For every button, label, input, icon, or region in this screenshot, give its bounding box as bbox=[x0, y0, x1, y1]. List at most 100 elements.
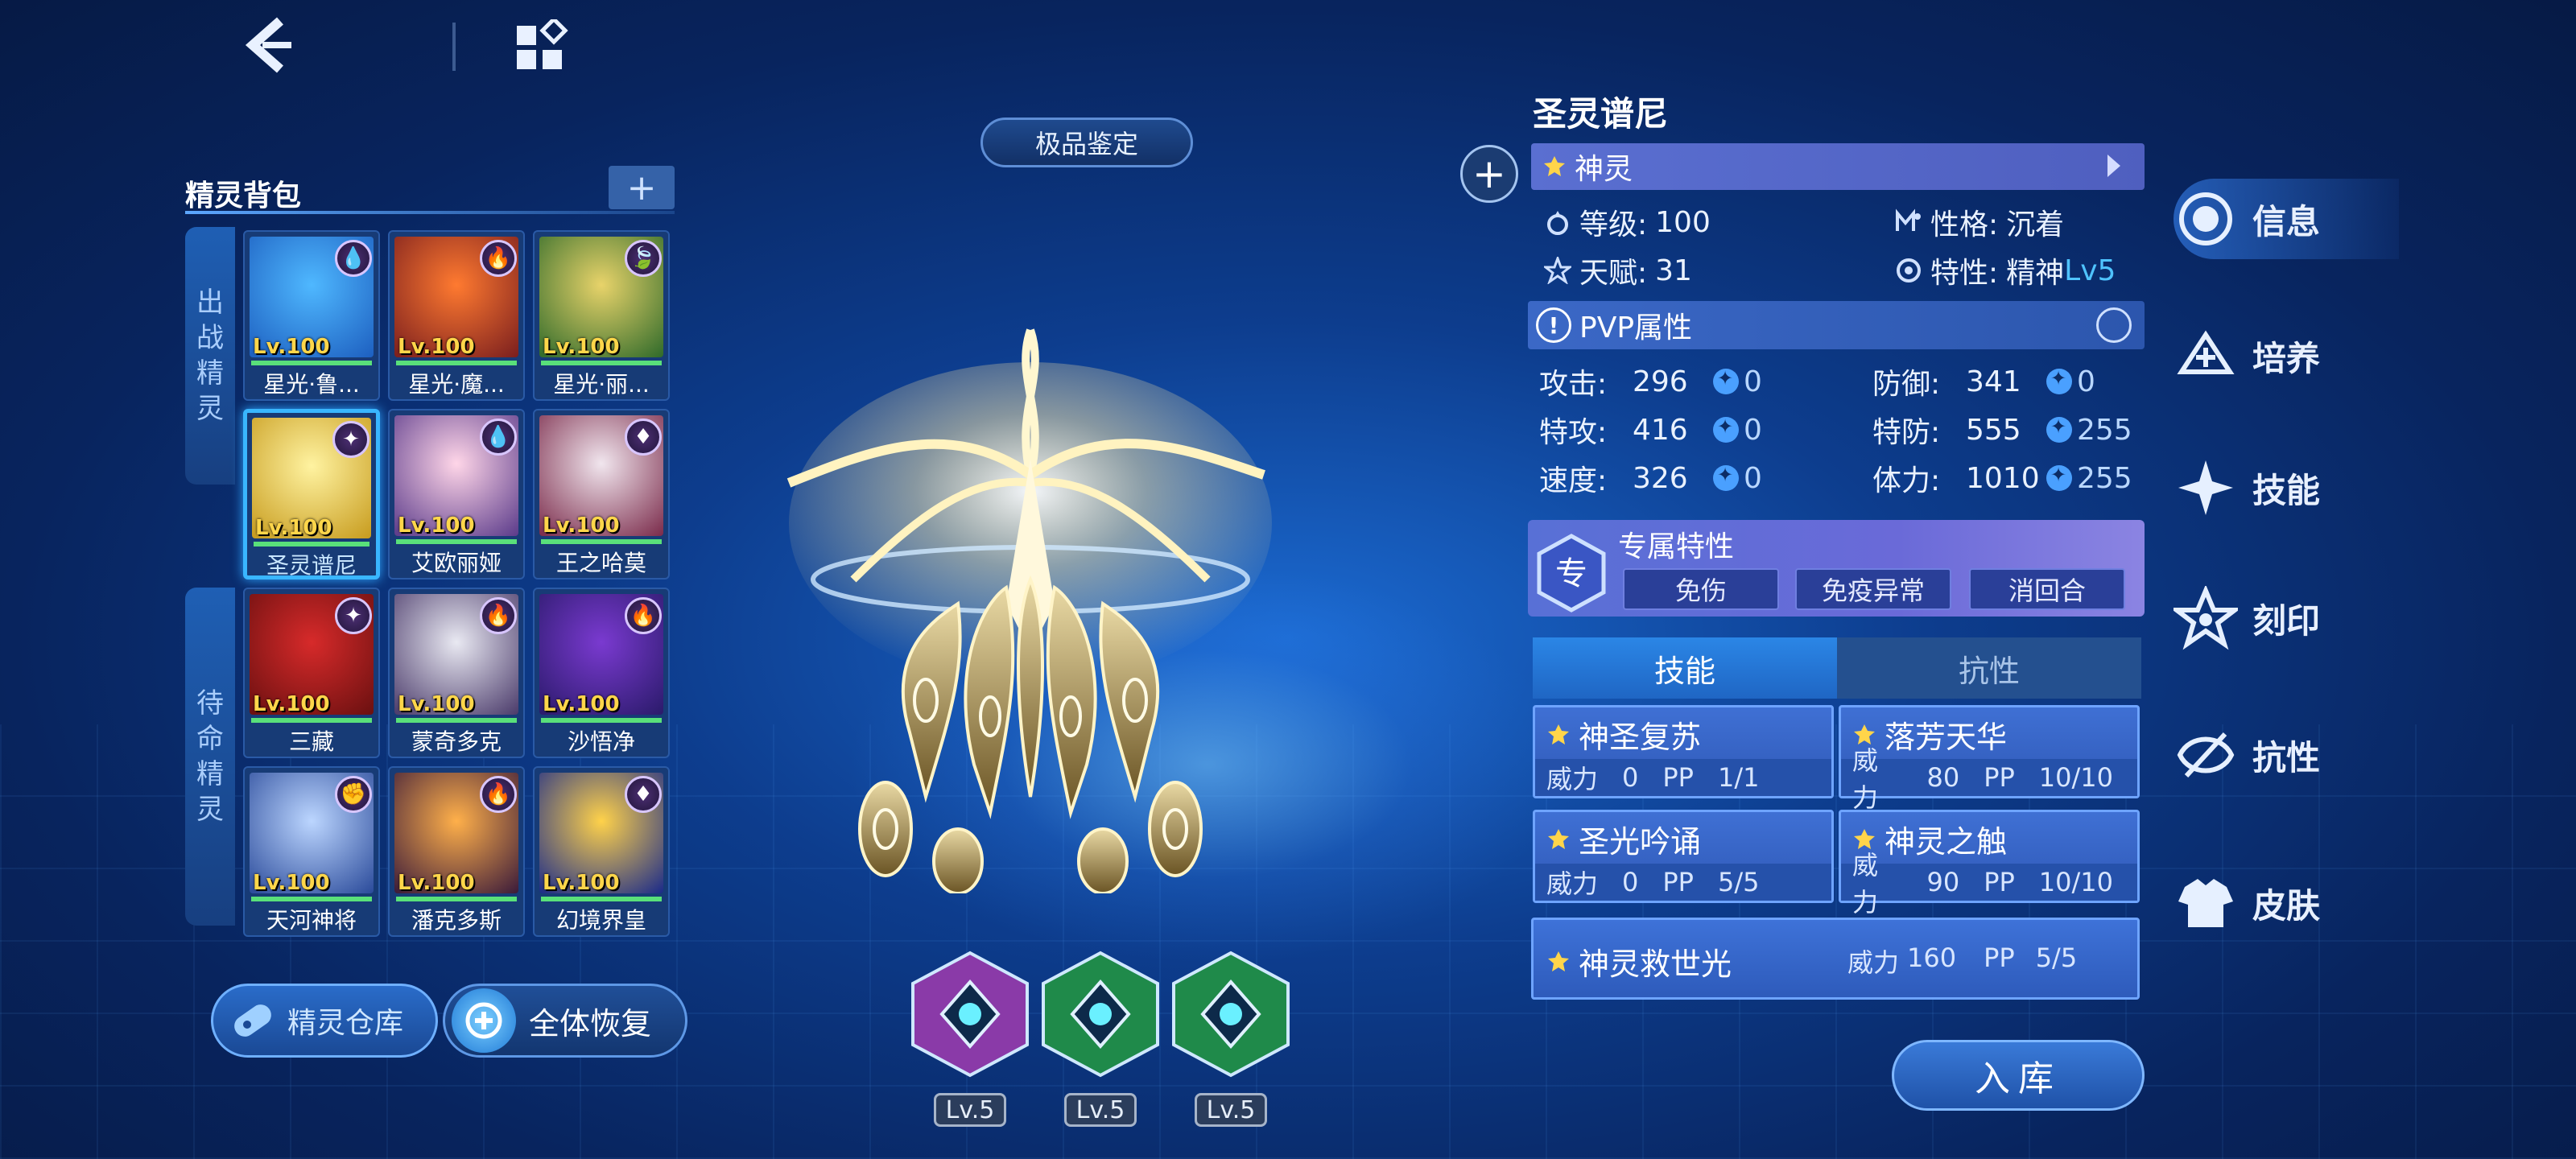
effort-value: 0 bbox=[1713, 462, 1762, 495]
pet-type-bar[interactable]: 神灵 bbox=[1531, 143, 2145, 190]
pet-card[interactable]: ♦ Lv.100 幻境界皇 bbox=[533, 766, 670, 937]
pvp-attributes-bar: ! PVP属性 bbox=[1528, 301, 2145, 349]
skill-card[interactable]: 落芳天华 威力 80 PP 10/10 bbox=[1839, 705, 2140, 813]
pet-level: Lv.100 bbox=[543, 692, 620, 716]
skill-stats: 威力 80 PP 10/10 bbox=[1841, 745, 2137, 813]
menu-item[interactable]: 技能 bbox=[2174, 448, 2415, 528]
skill-name: 神灵之触 bbox=[1885, 824, 2008, 860]
refresh-icon[interactable] bbox=[2096, 307, 2132, 343]
effort-icon bbox=[2046, 367, 2072, 394]
attribute-label: 攻击: bbox=[1539, 368, 1608, 401]
pet-hp-fill bbox=[396, 539, 517, 544]
skill-power-label: 威力 bbox=[1852, 745, 1879, 813]
pet-card[interactable]: ♦ Lv.100 王之哈莫 bbox=[533, 409, 670, 580]
battle-pets-tab[interactable]: 出 战 精 灵 bbox=[185, 227, 235, 485]
pet-name-label: 沙悟净 bbox=[567, 728, 635, 755]
rune-slot[interactable] bbox=[1040, 950, 1161, 1079]
chevron-right-icon bbox=[2107, 155, 2120, 177]
pet-hp-bar bbox=[396, 897, 517, 901]
pvp-title: PVP属性 bbox=[1579, 311, 1693, 344]
pet-hp-bar bbox=[541, 361, 662, 365]
tab-skills[interactable]: 技能 bbox=[1533, 637, 1837, 699]
standby-tab-char: 命 bbox=[196, 723, 224, 755]
tab-resist[interactable]: 抗性 bbox=[1837, 637, 2141, 699]
add-pet-button[interactable]: + bbox=[609, 166, 675, 209]
menu-label: 信息 bbox=[2252, 201, 2321, 241]
attribute-row: 体力: 1010 255 bbox=[1872, 457, 2132, 499]
menu-item[interactable]: 培养 bbox=[2174, 316, 2415, 396]
pet-card[interactable]: 🔥 Lv.100 潘克多斯 bbox=[388, 766, 525, 937]
pet-level: Lv.100 bbox=[398, 514, 475, 538]
exclusive-trait-chip[interactable]: 消回合 bbox=[1969, 568, 2125, 610]
skill-card[interactable]: 神圣复苏 威力 0 PP 1/1 bbox=[1533, 705, 1834, 798]
skill-name: 神圣复苏 bbox=[1579, 720, 1702, 755]
menu-item[interactable]: 皮肤 bbox=[2174, 863, 2415, 943]
resist-icon bbox=[2177, 732, 2235, 778]
fire-icon: 🔥 bbox=[480, 597, 517, 634]
rune-icon bbox=[1172, 951, 1290, 1078]
ultimate-skill-card[interactable]: 神灵救世光 威力 160 PP 5/5 bbox=[1531, 918, 2140, 1000]
rune-icon bbox=[911, 951, 1029, 1078]
skill-card[interactable]: 圣光吟诵 威力 0 PP 5/5 bbox=[1533, 810, 1834, 903]
ultimate-pp: 5/5 bbox=[2035, 942, 2078, 973]
grid-menu-button[interactable] bbox=[515, 16, 568, 72]
skill-title: 神圣复苏 bbox=[1546, 712, 1701, 757]
heal-all-button[interactable]: 全体恢复 bbox=[443, 984, 687, 1058]
train-icon bbox=[2177, 330, 2235, 374]
battle-tab-char: 灵 bbox=[196, 393, 224, 425]
store-button[interactable]: 入库 bbox=[1892, 1040, 2145, 1111]
heal-all-label: 全体恢复 bbox=[529, 1005, 652, 1041]
capsule-icon bbox=[234, 1004, 271, 1037]
trait-level: Lv5 bbox=[2064, 254, 2116, 287]
pet-card[interactable]: 🔥 Lv.100 蒙奇多克 bbox=[388, 588, 525, 758]
pet-level: Lv.100 bbox=[253, 871, 330, 895]
pet-name-label: 天河神将 bbox=[266, 907, 357, 934]
pet-card[interactable]: ✦ Lv.100 三藏 bbox=[243, 588, 380, 758]
pet-hp-bar bbox=[541, 718, 662, 723]
pet-hp-fill bbox=[251, 718, 372, 723]
skill-power-label: 威力 bbox=[1546, 764, 1599, 794]
pet-card[interactable]: 🔥 Lv.100 沙悟净 bbox=[533, 588, 670, 758]
standby-tab-char: 灵 bbox=[196, 794, 224, 826]
effort-number: 255 bbox=[2077, 413, 2132, 447]
pet-storage-button[interactable]: 精灵仓库 bbox=[211, 984, 438, 1058]
menu-label: 技能 bbox=[2252, 470, 2321, 510]
attribute-row: 特攻: 416 0 bbox=[1539, 409, 1762, 451]
standby-tab-char: 待 bbox=[196, 687, 224, 720]
menu-item[interactable]: 刻印 bbox=[2174, 578, 2415, 658]
pet-card[interactable]: 🔥 Lv.100 星光·魔... bbox=[388, 230, 525, 401]
effort-value: 255 bbox=[2046, 462, 2132, 495]
rune-slot[interactable] bbox=[910, 950, 1030, 1079]
pet-card[interactable]: ✦ Lv.100 圣灵谱尼 bbox=[243, 409, 380, 580]
add-button[interactable]: + bbox=[1460, 145, 1518, 203]
info-icon[interactable]: ! bbox=[1536, 307, 1571, 343]
pet-level: Lv.100 bbox=[253, 692, 330, 716]
exclusive-trait-chip[interactable]: 免疫异常 bbox=[1795, 568, 1951, 610]
pet-card[interactable]: ✊ Lv.100 天河神将 bbox=[243, 766, 380, 937]
back-button[interactable] bbox=[242, 16, 306, 76]
pet-model bbox=[773, 314, 1288, 895]
skill-power: 90 bbox=[1926, 867, 1960, 897]
menu-item[interactable]: 信息 bbox=[2174, 179, 2399, 259]
pet-card[interactable]: 💧 Lv.100 星光·鲁... bbox=[243, 230, 380, 401]
exclusive-trait-chip[interactable]: 免伤 bbox=[1623, 568, 1779, 610]
nav-divider bbox=[452, 23, 456, 71]
grid-menu-icon bbox=[517, 16, 568, 69]
menu-item[interactable]: 抗性 bbox=[2174, 715, 2415, 795]
standby-pets-tab[interactable]: 待 命 精 灵 bbox=[185, 588, 235, 926]
pet-name-label: 星光·魔... bbox=[408, 371, 505, 398]
pet-level: Lv.100 bbox=[543, 871, 620, 895]
exclusive-icon-char: 专 bbox=[1555, 555, 1587, 592]
pet-card[interactable]: 🍃 Lv.100 星光·丽... bbox=[533, 230, 670, 401]
skill-card[interactable]: 神灵之触 威力 90 PP 10/10 bbox=[1839, 810, 2140, 918]
ultimate-power-label: 威力 bbox=[1847, 947, 1900, 978]
pet-card[interactable]: 💧 Lv.100 艾欧丽娅 bbox=[388, 409, 525, 580]
attribute-value: 416 bbox=[1633, 413, 1688, 447]
pet-hp-bar bbox=[541, 897, 662, 901]
appraise-button[interactable]: 极品鉴定 bbox=[980, 118, 1193, 167]
pet-name: 圣灵谱尼 bbox=[1533, 94, 1669, 134]
pet-hp-fill bbox=[396, 897, 517, 901]
pet-level: Lv.100 bbox=[398, 871, 475, 895]
divine-icon bbox=[1548, 724, 1569, 744]
rune-slot[interactable] bbox=[1170, 950, 1291, 1079]
